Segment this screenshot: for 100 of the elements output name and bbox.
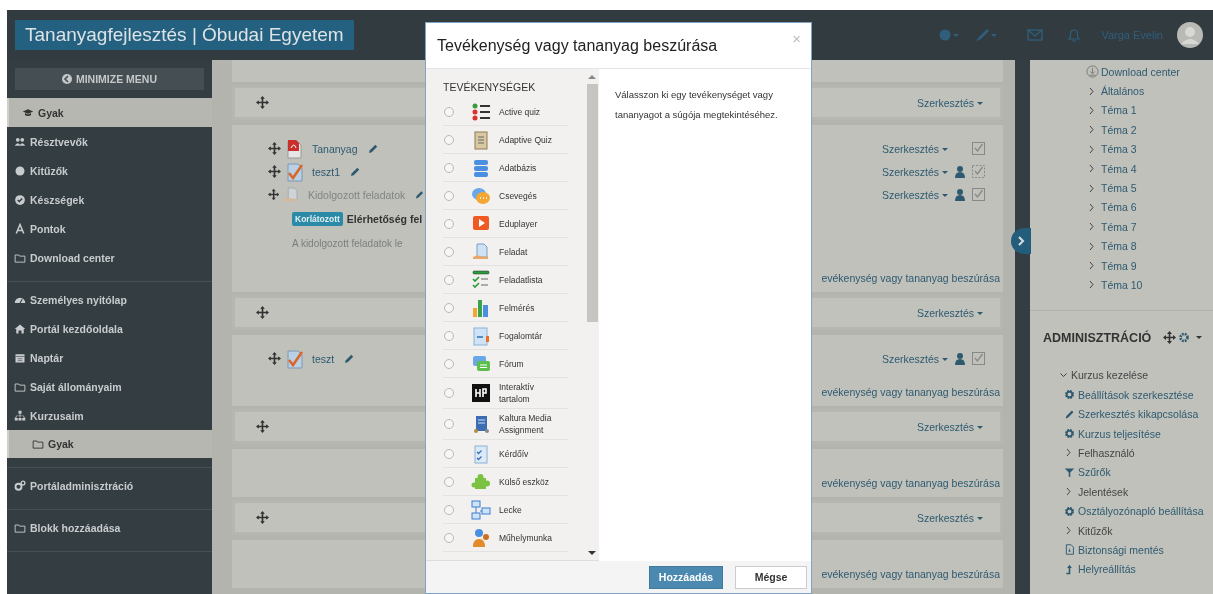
sidebar-item[interactable]: Résztvevők	[7, 127, 212, 156]
site-title[interactable]: Tananyagfejlesztés | Óbudai Egyetem	[15, 20, 354, 50]
activity-link[interactable]: Tananyag	[312, 142, 358, 155]
user-icon[interactable]	[955, 165, 965, 178]
checkbox-icon[interactable]	[972, 352, 985, 365]
tree-item[interactable]: Osztályozónapló beállítása	[1078, 505, 1204, 518]
tree-item[interactable]: Beállítások szerkesztése	[1078, 388, 1194, 401]
radio-button[interactable]	[444, 162, 454, 173]
nav-link[interactable]: Téma 1	[1101, 104, 1137, 117]
chevron-icon[interactable]	[1088, 222, 1096, 232]
tree-item[interactable]: Biztonsági mentés	[1078, 543, 1164, 556]
pencil-icon[interactable]	[350, 166, 361, 177]
tree-item[interactable]: Jelentések	[1078, 485, 1129, 498]
chevron-icon[interactable]	[1088, 280, 1096, 290]
sidebar-item[interactable]: Download center	[7, 243, 212, 272]
activity-option[interactable]: Külső eszköz	[499, 475, 561, 488]
radio-button[interactable]	[444, 504, 454, 515]
chevron-icon[interactable]	[1059, 370, 1068, 380]
chevron-icon[interactable]	[1088, 261, 1096, 271]
minimize-menu-button[interactable]: MINIMIZE MENU	[15, 68, 204, 90]
pencil-icon[interactable]	[367, 143, 379, 154]
chevron-icon[interactable]	[1088, 241, 1096, 251]
chevron-icon[interactable]	[1088, 125, 1096, 135]
nav-link[interactable]: Téma 9	[1101, 259, 1137, 272]
block-controls-icon[interactable]	[1163, 331, 1203, 345]
radio-button[interactable]	[444, 218, 454, 229]
chevron-icon[interactable]	[1088, 105, 1096, 115]
edit-menu[interactable]: Szerkesztés	[916, 511, 983, 524]
nav-link[interactable]: Téma 6	[1101, 201, 1137, 214]
sidebar-item[interactable]: Kurzusaim	[7, 401, 212, 430]
nav-link[interactable]: Téma 8	[1101, 240, 1137, 253]
chevron-icon[interactable]	[1088, 183, 1096, 193]
edit-menu[interactable]: Szerkesztés	[881, 165, 948, 178]
add-activity-link[interactable]: evékenység vagy tananyag beszúrása	[821, 477, 1000, 489]
tree-item[interactable]: Kitűzők	[1078, 524, 1113, 537]
nav-link[interactable]: Téma 2	[1101, 123, 1137, 136]
activity-option[interactable]: Adaptive Quiz	[499, 133, 561, 146]
activity-option[interactable]: Kérdőív	[499, 447, 561, 460]
nav-link[interactable]: Téma 4	[1101, 162, 1137, 175]
move-icon[interactable]	[268, 188, 280, 201]
edit-menu[interactable]: Szerkesztés	[916, 306, 983, 319]
add-activity-link[interactable]: evékenység vagy tananyag beszúrása	[821, 272, 1000, 284]
radio-button[interactable]	[444, 419, 454, 429]
activity-option[interactable]: Feladat	[499, 245, 561, 258]
radio-button[interactable]	[444, 388, 454, 398]
checkbox-icon[interactable]	[972, 188, 985, 201]
sidebar-item[interactable]: Portáladminisztráció	[7, 471, 212, 500]
sidebar-item[interactable]: Személyes nyitólap	[7, 285, 212, 314]
user-icon[interactable]	[955, 188, 965, 201]
sidebar-item[interactable]: Naptár	[7, 343, 212, 372]
tree-item[interactable]: Kurzus kezelése	[1071, 369, 1149, 382]
nav-link[interactable]: Általános	[1101, 85, 1145, 98]
edit-menu[interactable]: Szerkesztés	[916, 96, 983, 109]
tree-item[interactable]: Szerkesztés kikapcsolása	[1078, 408, 1199, 421]
activity-option[interactable]: Lecke	[499, 503, 561, 516]
tree-item[interactable]: Helyreállítás	[1078, 563, 1136, 576]
activity-option[interactable]: Eduplayer	[499, 217, 561, 230]
edit-menu[interactable]: Szerkesztés	[916, 420, 983, 433]
drawer-toggle-button[interactable]	[1011, 228, 1031, 254]
add-activity-link[interactable]: evékenység vagy tananyag beszúrása	[821, 386, 1000, 398]
chevron-icon[interactable]	[1065, 448, 1073, 458]
chevron-icon[interactable]	[1065, 526, 1073, 535]
radio-button[interactable]	[444, 476, 454, 487]
move-icon[interactable]	[256, 96, 269, 109]
move-icon[interactable]	[268, 352, 281, 365]
checkbox-icon[interactable]	[972, 165, 985, 178]
move-icon[interactable]	[256, 511, 269, 524]
add-activity-link[interactable]: evékenység vagy tananyag beszúrása	[821, 568, 1000, 580]
edit-menu[interactable]: Szerkesztés	[881, 188, 948, 201]
radio-button[interactable]	[444, 448, 454, 459]
activity-link[interactable]: teszt	[312, 352, 335, 365]
activity-option[interactable]: Műhelymunka	[499, 531, 561, 544]
checkbox-icon[interactable]	[972, 142, 985, 155]
activity-option[interactable]: Csevegés	[499, 189, 561, 202]
nav-link[interactable]: Téma 7	[1101, 220, 1137, 233]
edit-menu[interactable]: Szerkesztés	[881, 352, 948, 365]
chevron-icon[interactable]	[1088, 86, 1096, 96]
activity-option[interactable]: Active quiz	[499, 105, 561, 118]
move-icon[interactable]	[256, 306, 269, 319]
activity-option[interactable]: Kaltura Media Assignment	[499, 412, 561, 436]
nav-link[interactable]: Téma 3	[1101, 143, 1137, 156]
add-button[interactable]: Hozzáadás	[649, 565, 723, 589]
activity-option[interactable]: Feladatlista	[499, 273, 561, 286]
sidebar-item[interactable]: Saját állományaim	[7, 372, 212, 401]
activity-option[interactable]: Felmérés	[499, 301, 561, 314]
sidebar-item[interactable]: Készségek	[7, 185, 212, 214]
radio-button[interactable]	[444, 190, 454, 201]
nav-link[interactable]: Téma 5	[1101, 182, 1137, 195]
nav-link[interactable]: Téma 10	[1101, 279, 1143, 291]
activity-link[interactable]: teszt1	[312, 165, 340, 178]
chevron-icon[interactable]	[1088, 164, 1096, 174]
move-icon[interactable]	[256, 420, 269, 433]
radio-button[interactable]	[444, 330, 454, 341]
radio-button[interactable]	[444, 106, 454, 117]
chevron-icon[interactable]	[1088, 202, 1096, 212]
activity-option[interactable]: Interaktív tartalom	[499, 381, 561, 405]
radio-button[interactable]	[444, 246, 454, 257]
tree-item[interactable]: Kurzus teljesítése	[1078, 427, 1161, 440]
move-icon[interactable]	[268, 165, 281, 178]
sidebar-item[interactable]: Gyak	[7, 98, 212, 127]
